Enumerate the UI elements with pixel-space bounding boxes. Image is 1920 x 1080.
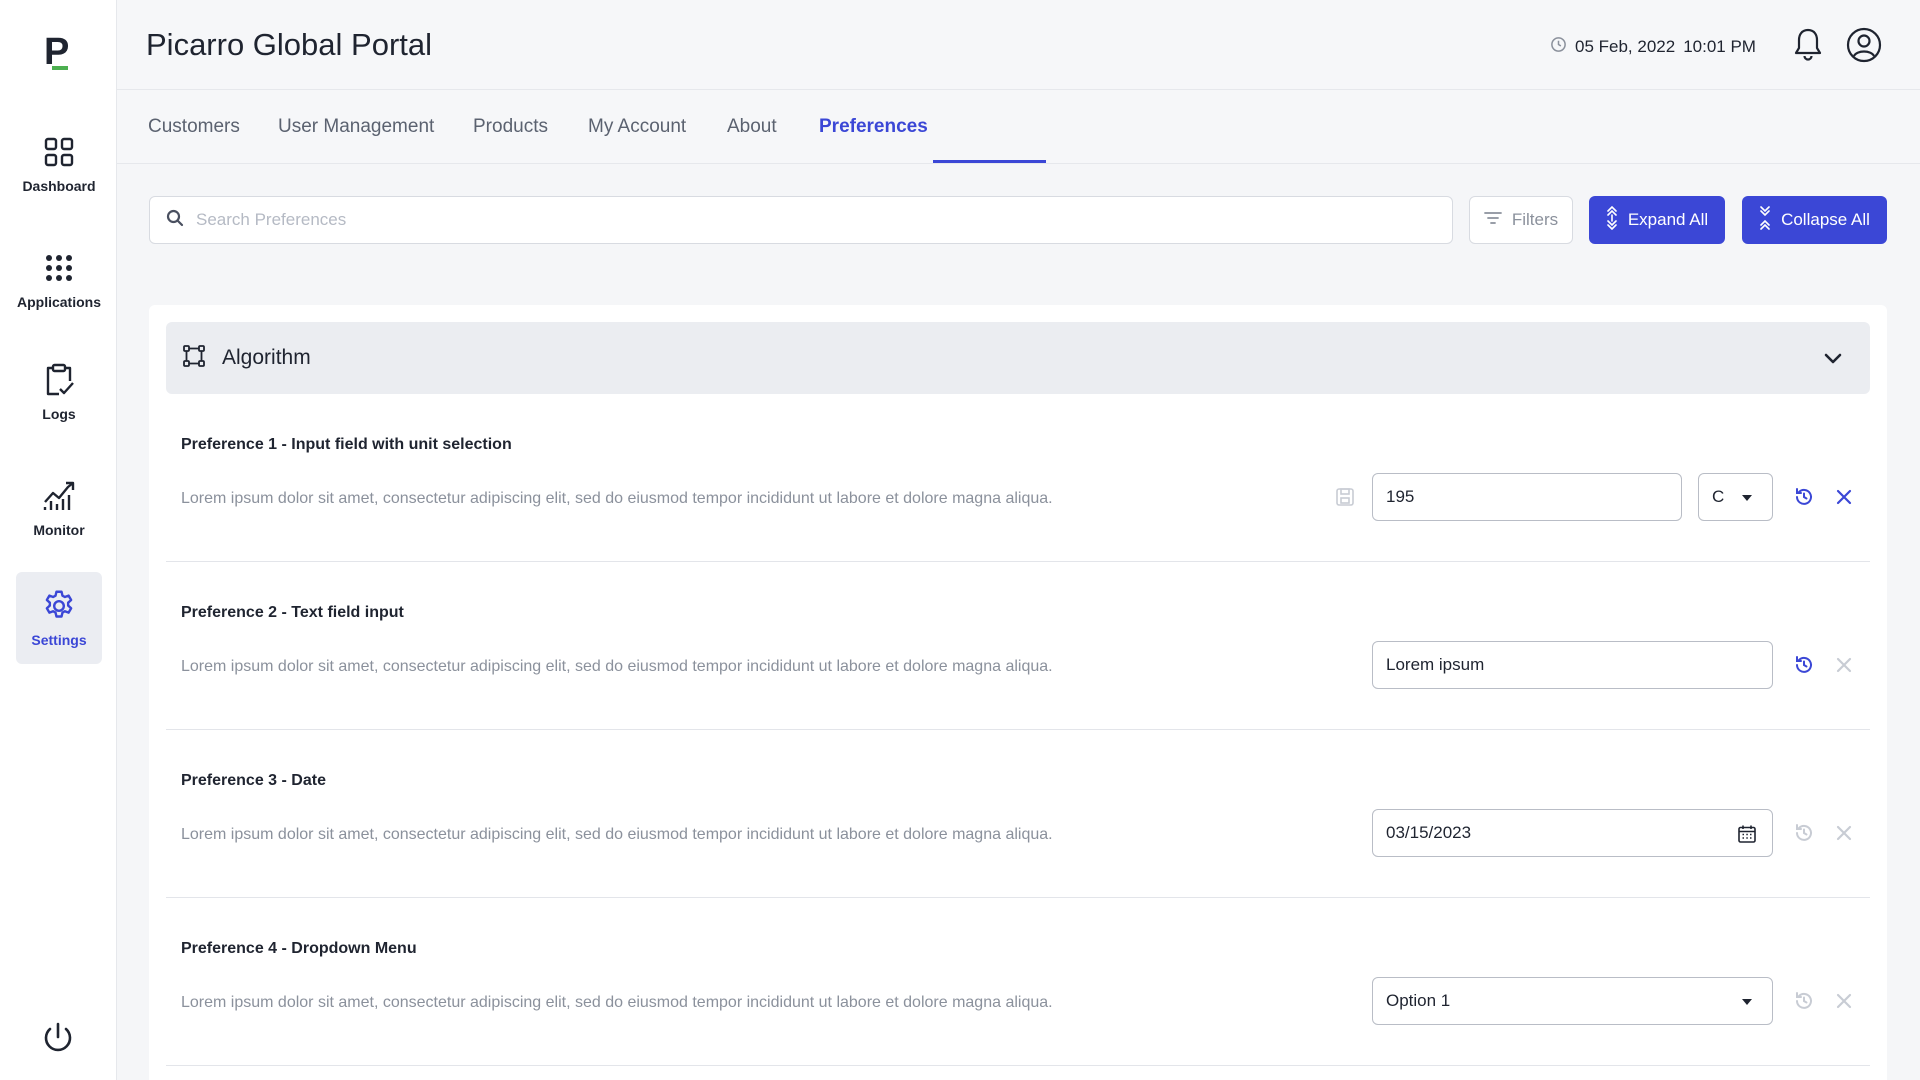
top-header: Picarro Global Portal 05 Feb, 2022 10:01… <box>117 0 1920 90</box>
sidebar-item-logs[interactable]: Logs <box>16 346 102 438</box>
sidebar-item-label: Settings <box>31 632 87 648</box>
section-title: Algorithm <box>222 346 311 369</box>
preference-description: Lorem ipsum dolor sit amet, consectetur … <box>181 994 1053 1011</box>
expand-icon <box>1606 205 1618 235</box>
unit-select[interactable]: C <box>1698 473 1773 521</box>
sidebar: P Dashboard Applications Logs Monitor Se… <box>0 0 117 1080</box>
preference-row: Preference 2 - Text field input Lorem ip… <box>166 562 1870 730</box>
tab-about[interactable]: About <box>727 116 777 138</box>
preference-row: Preference 3 - Date Lorem ipsum dolor si… <box>166 730 1870 898</box>
search-icon <box>166 209 184 232</box>
calendar-icon[interactable] <box>1736 823 1758 845</box>
sidebar-item-settings[interactable]: Settings <box>16 572 102 664</box>
filter-icon <box>1483 210 1502 230</box>
unit-value: C <box>1712 487 1725 506</box>
close-icon[interactable] <box>1832 989 1856 1013</box>
date-input[interactable] <box>1386 823 1772 843</box>
tab-bar: Customers User Management Products My Ac… <box>117 90 1920 164</box>
preference-title: Preference 3 - Date <box>181 772 326 789</box>
gear-icon <box>41 588 77 624</box>
preference-row: Preference 4 - Dropdown Menu Lorem ipsum… <box>166 898 1870 1066</box>
dropdown-selected-value: Option 1 <box>1386 991 1451 1010</box>
chart-line-icon <box>41 478 77 514</box>
sidebar-item-dashboard[interactable]: Dashboard <box>16 118 102 210</box>
sidebar-item-monitor[interactable]: Monitor <box>16 462 102 554</box>
bell-icon[interactable] <box>1790 26 1826 62</box>
user-avatar-icon[interactable] <box>1845 26 1883 64</box>
grid-icon <box>41 134 77 170</box>
tab-products[interactable]: Products <box>473 116 548 138</box>
tab-user-management[interactable]: User Management <box>278 116 434 138</box>
sidebar-item-label: Monitor <box>33 522 85 538</box>
close-icon[interactable] <box>1832 485 1856 509</box>
sidebar-item-label: Logs <box>42 406 76 422</box>
close-icon[interactable] <box>1832 653 1856 677</box>
preference-title: Preference 2 - Text field input <box>181 604 404 621</box>
filters-label: Filters <box>1511 210 1559 229</box>
preference-1-value-field[interactable] <box>1372 473 1682 521</box>
time-text: 10:01 PM <box>1683 37 1756 56</box>
preference-4-dropdown[interactable]: Option 1 <box>1372 977 1773 1025</box>
expand-all-button[interactable]: Expand All <box>1589 196 1725 244</box>
collapse-all-button[interactable]: Collapse All <box>1742 196 1887 244</box>
text-input[interactable] <box>1386 655 1772 675</box>
tab-my-account[interactable]: My Account <box>588 116 686 138</box>
apps-dots-icon <box>41 250 77 286</box>
collapse-icon <box>1759 205 1771 235</box>
sidebar-item-label: Applications <box>16 294 101 310</box>
value-input[interactable] <box>1386 487 1681 507</box>
caret-down-icon <box>1736 991 1758 1013</box>
preference-title: Preference 4 - Dropdown Menu <box>181 940 417 957</box>
reset-icon[interactable] <box>1792 821 1816 845</box>
sidebar-item-applications[interactable]: Applications <box>16 234 102 326</box>
search-input[interactable] <box>196 210 1396 230</box>
clipboard-check-icon <box>41 362 77 398</box>
page-title: Picarro Global Portal <box>146 27 433 62</box>
search-box[interactable] <box>149 196 1453 244</box>
reset-icon[interactable] <box>1792 653 1816 677</box>
preference-description: Lorem ipsum dolor sit amet, consectetur … <box>181 658 1053 675</box>
reset-icon[interactable] <box>1792 989 1816 1013</box>
preferences-card: Algorithm Preference 1 - Input field wit… <box>149 305 1887 1080</box>
datetime-display: 05 Feb, 2022 10:01 PM <box>1550 36 1756 58</box>
preference-description: Lorem ipsum dolor sit amet, consectetur … <box>181 826 1053 843</box>
reset-icon[interactable] <box>1792 485 1816 509</box>
preference-row: Preference 1 - Input field with unit sel… <box>166 394 1870 562</box>
caret-down-icon <box>1736 487 1758 509</box>
clock-icon <box>1550 36 1567 58</box>
power-icon[interactable] <box>40 1020 76 1056</box>
preference-description: Lorem ipsum dolor sit amet, consectetur … <box>181 490 1053 507</box>
expand-all-label: Expand All <box>1627 210 1709 229</box>
algorithm-icon <box>182 344 206 373</box>
date-text: 05 Feb, 2022 <box>1575 37 1676 56</box>
active-tab-indicator <box>933 160 1046 163</box>
preference-3-date-field[interactable] <box>1372 809 1773 857</box>
close-icon[interactable] <box>1832 821 1856 845</box>
section-header-algorithm[interactable]: Algorithm <box>166 322 1870 394</box>
chevron-down-icon[interactable] <box>1820 345 1846 371</box>
svg-text:P: P <box>44 31 69 72</box>
collapse-all-label: Collapse All <box>1781 210 1870 229</box>
sidebar-item-label: Dashboard <box>22 178 96 194</box>
preference-2-text-field[interactable] <box>1372 641 1773 689</box>
picarro-logo[interactable]: P <box>40 30 80 73</box>
preference-title: Preference 1 - Input field with unit sel… <box>181 436 512 453</box>
filters-button[interactable]: Filters <box>1469 196 1573 244</box>
save-icon[interactable] <box>1333 485 1357 509</box>
tab-customers[interactable]: Customers <box>148 116 240 138</box>
tab-preferences[interactable]: Preferences <box>819 116 928 138</box>
